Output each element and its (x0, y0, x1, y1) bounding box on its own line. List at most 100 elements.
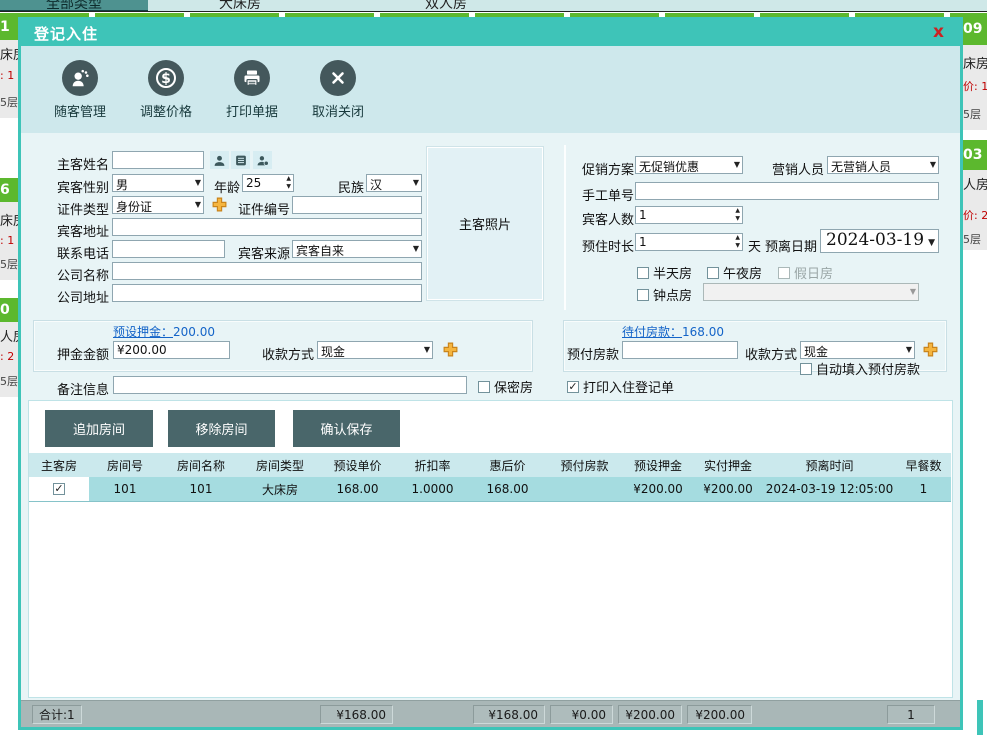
spinner-arrows-icon[interactable]: ▲▼ (286, 175, 291, 191)
company-name-input[interactable] (112, 262, 422, 280)
company-address-label: 公司地址 (57, 287, 109, 306)
secret-room-checkbox[interactable]: 保密房 (478, 377, 533, 396)
deposit-amount-label: 押金金额 (57, 344, 109, 363)
manual-order-input[interactable] (635, 182, 939, 200)
chevron-down-icon: ▼ (930, 160, 936, 169)
guest-lookup-icon[interactable] (210, 151, 229, 169)
deposit-method-label: 收款方式 (262, 344, 314, 363)
chevron-down-icon: ▼ (910, 287, 916, 296)
company-name-label: 公司名称 (57, 265, 109, 284)
confirm-save-button[interactable]: 确认保存 (293, 410, 400, 447)
guest-count-label: 宾客人数 (582, 209, 634, 228)
deposit-method-select[interactable]: 现金▼ (317, 341, 433, 359)
preset-deposit-text: 预设押金：200.00 (113, 323, 215, 340)
col-header: 预设押金 (623, 453, 693, 477)
half-day-checkbox[interactable]: 半天房 (637, 263, 692, 282)
spinner-arrows-icon[interactable]: ▲▼ (735, 207, 740, 223)
guest-source-label: 宾客来源 (238, 243, 290, 262)
sales-person-select[interactable]: 无营销人员▼ (827, 156, 939, 174)
room-no-cell: 101 (89, 477, 161, 501)
unit-price-total: ¥168.00 (320, 705, 393, 724)
room-card-header: 0 (0, 298, 18, 322)
dialog-titlebar: 登记入住 x (21, 20, 960, 46)
print-receipt-button[interactable]: 打印单据 (217, 60, 287, 120)
deposit-amount-input[interactable]: ¥200.00 (113, 341, 230, 359)
tab-double-room[interactable]: 双人房 (396, 0, 496, 12)
col-header: 房间类型 (241, 453, 319, 477)
adjust-price-button[interactable]: $ 调整价格 (131, 60, 201, 120)
total-count: 合计:1 (32, 705, 82, 724)
ethnic-label: 民族 (338, 177, 364, 196)
add-id-type-icon[interactable] (211, 196, 228, 213)
name-label: 主客姓名 (57, 154, 109, 173)
guest-management-button[interactable]: 随客管理 (45, 60, 115, 120)
depart-date-picker[interactable]: 2024-03-19▼ (820, 229, 939, 253)
sales-person-label: 营销人员 (772, 159, 824, 178)
room-card-header: 03 (963, 140, 987, 170)
breakfast-cell: 1 (896, 477, 951, 501)
ethnic-select[interactable]: 汉▼ (366, 174, 422, 192)
room-card-header: 6 (0, 178, 18, 202)
add-deposit-method-icon[interactable] (442, 341, 459, 358)
id-number-input[interactable] (292, 196, 422, 214)
col-header: 房间号 (89, 453, 161, 477)
room-card: 人房 价: 2 5层 (963, 170, 987, 250)
midnight-checkbox[interactable]: 午夜房 (707, 263, 762, 282)
name-input[interactable] (112, 151, 204, 169)
guest-history-icon[interactable] (253, 151, 272, 169)
paid-deposit-total: ¥200.00 (687, 705, 752, 724)
guest-photo-label: 主客照片 (459, 214, 511, 233)
close-icon[interactable]: x (933, 22, 944, 42)
col-header: 惠后价 (469, 453, 546, 477)
preset-deposit-total: ¥200.00 (618, 705, 682, 724)
cancel-close-button[interactable]: 取消关闭 (303, 60, 373, 120)
col-header: 房间名称 (161, 453, 241, 477)
chevron-down-icon: ▼ (413, 244, 419, 253)
hourly-room-select: ▼ (703, 283, 919, 301)
totals-bar: 合计:1 ¥168.00 ¥168.00 ¥0.00 ¥200.00 ¥200.… (21, 700, 960, 727)
room-name-cell: 101 (161, 477, 241, 501)
prepay-input[interactable] (622, 341, 738, 359)
disc-price-total: ¥168.00 (473, 705, 545, 724)
gender-select[interactable]: 男▼ (112, 174, 204, 192)
spinner-arrows-icon[interactable]: ▲▼ (735, 234, 740, 250)
guest-address-input[interactable] (112, 218, 422, 236)
guest-count-stepper[interactable]: 1▲▼ (635, 206, 743, 224)
col-header: 预离时间 (763, 453, 896, 477)
manual-order-label: 手工单号 (582, 185, 634, 204)
remark-input[interactable] (113, 376, 467, 394)
room-card-header: 09 (963, 13, 987, 45)
prepay-label: 预付房款 (567, 344, 619, 363)
col-header: 主客房 (29, 453, 89, 477)
id-type-label: 证件类型 (57, 199, 109, 218)
print-registration-checkbox[interactable]: ✓打印入住登记单 (567, 377, 674, 396)
payment-method-select[interactable]: 现金▼ (800, 341, 915, 359)
tab-all-types[interactable]: 全部类型 (0, 0, 148, 12)
add-room-button[interactable]: 追加房间 (45, 410, 153, 447)
room-card: 床房 价: 1 5层 (963, 45, 987, 130)
tab-big-bed-room[interactable]: 大床房 (190, 0, 290, 12)
room-management-screen: 全部类型 大床房 双人房 1 床房 : 1 5层 6 床房 : 1 5层 0 人… (0, 0, 987, 750)
phone-input[interactable] (112, 240, 225, 258)
stay-duration-stepper[interactable]: 1▲▼ (635, 233, 743, 251)
col-header: 预付房款 (546, 453, 623, 477)
room-card: 床房 : 1 5层 (0, 202, 18, 280)
table-row[interactable]: ✓ 101 101 大床房 168.00 1.0000 168.00 ¥200.… (29, 477, 951, 502)
promo-select[interactable]: 无促销优惠▼ (635, 156, 743, 174)
dialog-toolbar: 随客管理 $ 调整价格 打印单据 取消关闭 (21, 46, 960, 133)
autofill-prepay-checkbox[interactable]: 自动填入预付房款 (800, 359, 920, 378)
prepay-cell (546, 477, 623, 501)
id-type-select[interactable]: 身份证▼ (112, 196, 204, 214)
guest-photo-panel: 主客照片 (427, 147, 543, 300)
unit-price-cell: 168.00 (319, 477, 396, 501)
age-stepper[interactable]: 25▲▼ (242, 174, 294, 192)
remove-room-button[interactable]: 移除房间 (168, 410, 275, 447)
id-card-reader-icon[interactable] (231, 151, 250, 169)
hourly-room-checkbox[interactable]: 钟点房 (637, 285, 692, 304)
guest-source-select[interactable]: 宾客自来▼ (292, 240, 422, 258)
add-payment-method-icon[interactable] (922, 341, 939, 358)
main-room-checkbox[interactable]: ✓ (53, 483, 65, 495)
payment-method-label: 收款方式 (745, 344, 797, 363)
company-address-input[interactable] (112, 284, 422, 302)
chevron-down-icon: ▼ (734, 160, 740, 169)
